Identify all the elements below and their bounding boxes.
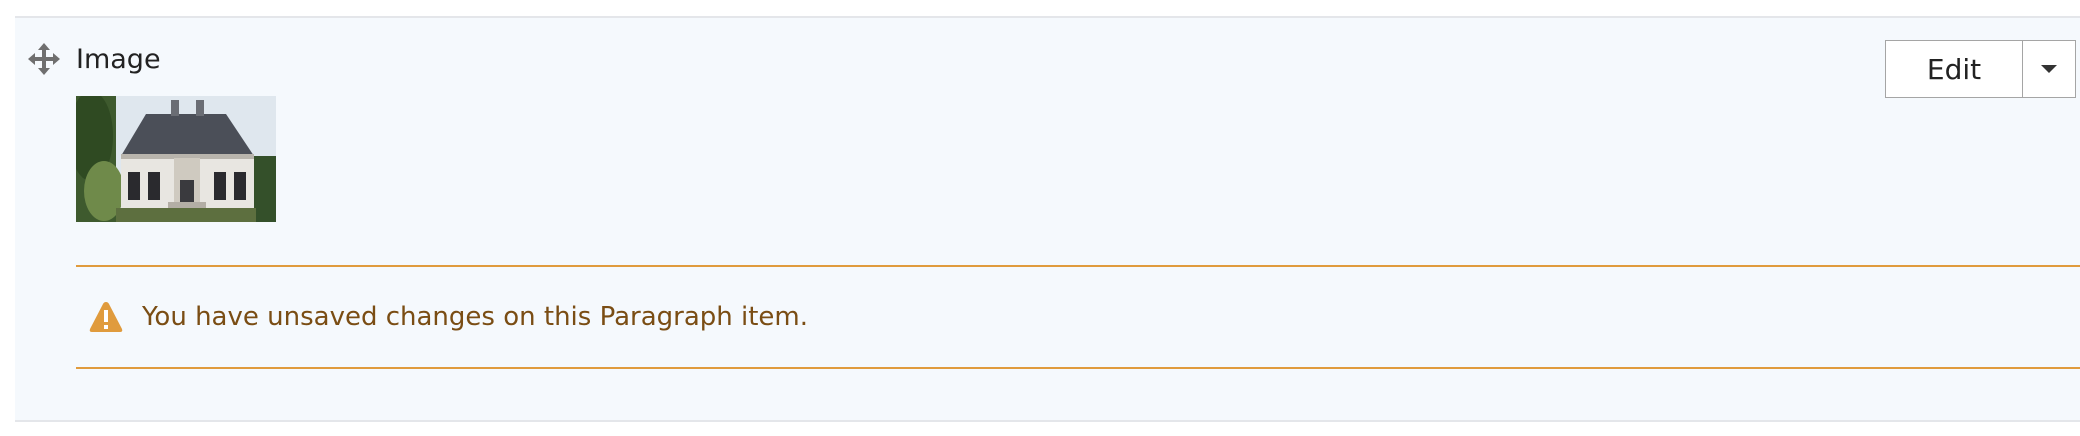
move-icon[interactable] — [28, 43, 60, 75]
edit-button[interactable]: Edit — [1885, 40, 2023, 98]
unsaved-changes-warning: You have unsaved changes on this Paragra… — [76, 265, 2080, 369]
dropdown-toggle-button[interactable] — [2023, 40, 2076, 98]
image-thumbnail — [76, 96, 276, 222]
paragraph-item-row: Image Edit You have unsaved changes on t… — [15, 16, 2080, 422]
edit-button-group: Edit — [1885, 40, 2076, 98]
paragraph-type-label: Image — [76, 44, 161, 75]
warning-message: You have unsaved changes on this Paragra… — [142, 302, 809, 332]
caret-down-icon — [2041, 65, 2057, 73]
warning-triangle-icon — [89, 302, 123, 332]
